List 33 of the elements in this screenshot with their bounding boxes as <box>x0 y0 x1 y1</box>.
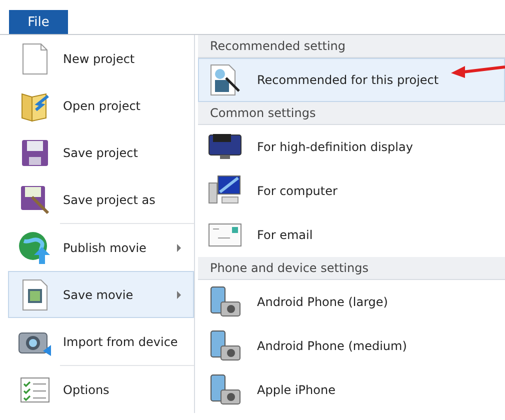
menu-item[interactable]: Open project <box>8 82 194 129</box>
envelope-icon <box>208 223 242 247</box>
menu-item[interactable]: Save project as <box>8 176 194 223</box>
menu-item[interactable]: Save movie <box>8 271 194 318</box>
file-tab[interactable]: File <box>9 10 68 34</box>
menu-item[interactable]: Save project <box>8 129 194 176</box>
monitor-icon <box>208 133 242 161</box>
export-option[interactable]: Android Phone (large) <box>198 280 505 324</box>
phone-camera-icon <box>209 286 241 318</box>
annotation-arrow <box>451 65 505 79</box>
document-icon <box>22 42 48 74</box>
menu-item[interactable]: Import from device <box>8 318 194 365</box>
globe-upload-icon <box>18 230 52 264</box>
export-option[interactable]: For computer <box>198 169 505 213</box>
submenu-arrow-icon <box>177 244 181 252</box>
submenu-arrow-icon <box>177 290 181 298</box>
film-document-icon <box>22 278 48 310</box>
export-option[interactable]: For high-definition display <box>198 125 505 169</box>
export-option[interactable]: Recommended for this project <box>198 58 505 102</box>
menu-item[interactable]: Options <box>8 366 194 413</box>
export-option[interactable]: Apple iPhone <box>198 368 505 412</box>
export-option[interactable]: Android Phone (medium) <box>198 324 505 368</box>
menu-item[interactable]: Publish movie <box>8 224 194 271</box>
section-header: Phone and device settings <box>198 257 505 280</box>
section-header: Recommended setting <box>198 35 505 58</box>
section-header: Common settings <box>198 102 505 125</box>
phone-camera-icon <box>209 374 241 406</box>
export-option[interactable]: For email <box>198 213 505 257</box>
checklist-icon <box>20 376 50 402</box>
phone-camera-icon <box>209 330 241 362</box>
floppy-disk-pencil-icon <box>20 184 50 214</box>
menu-item[interactable]: New project <box>8 35 194 82</box>
film-wand-icon <box>210 64 240 96</box>
